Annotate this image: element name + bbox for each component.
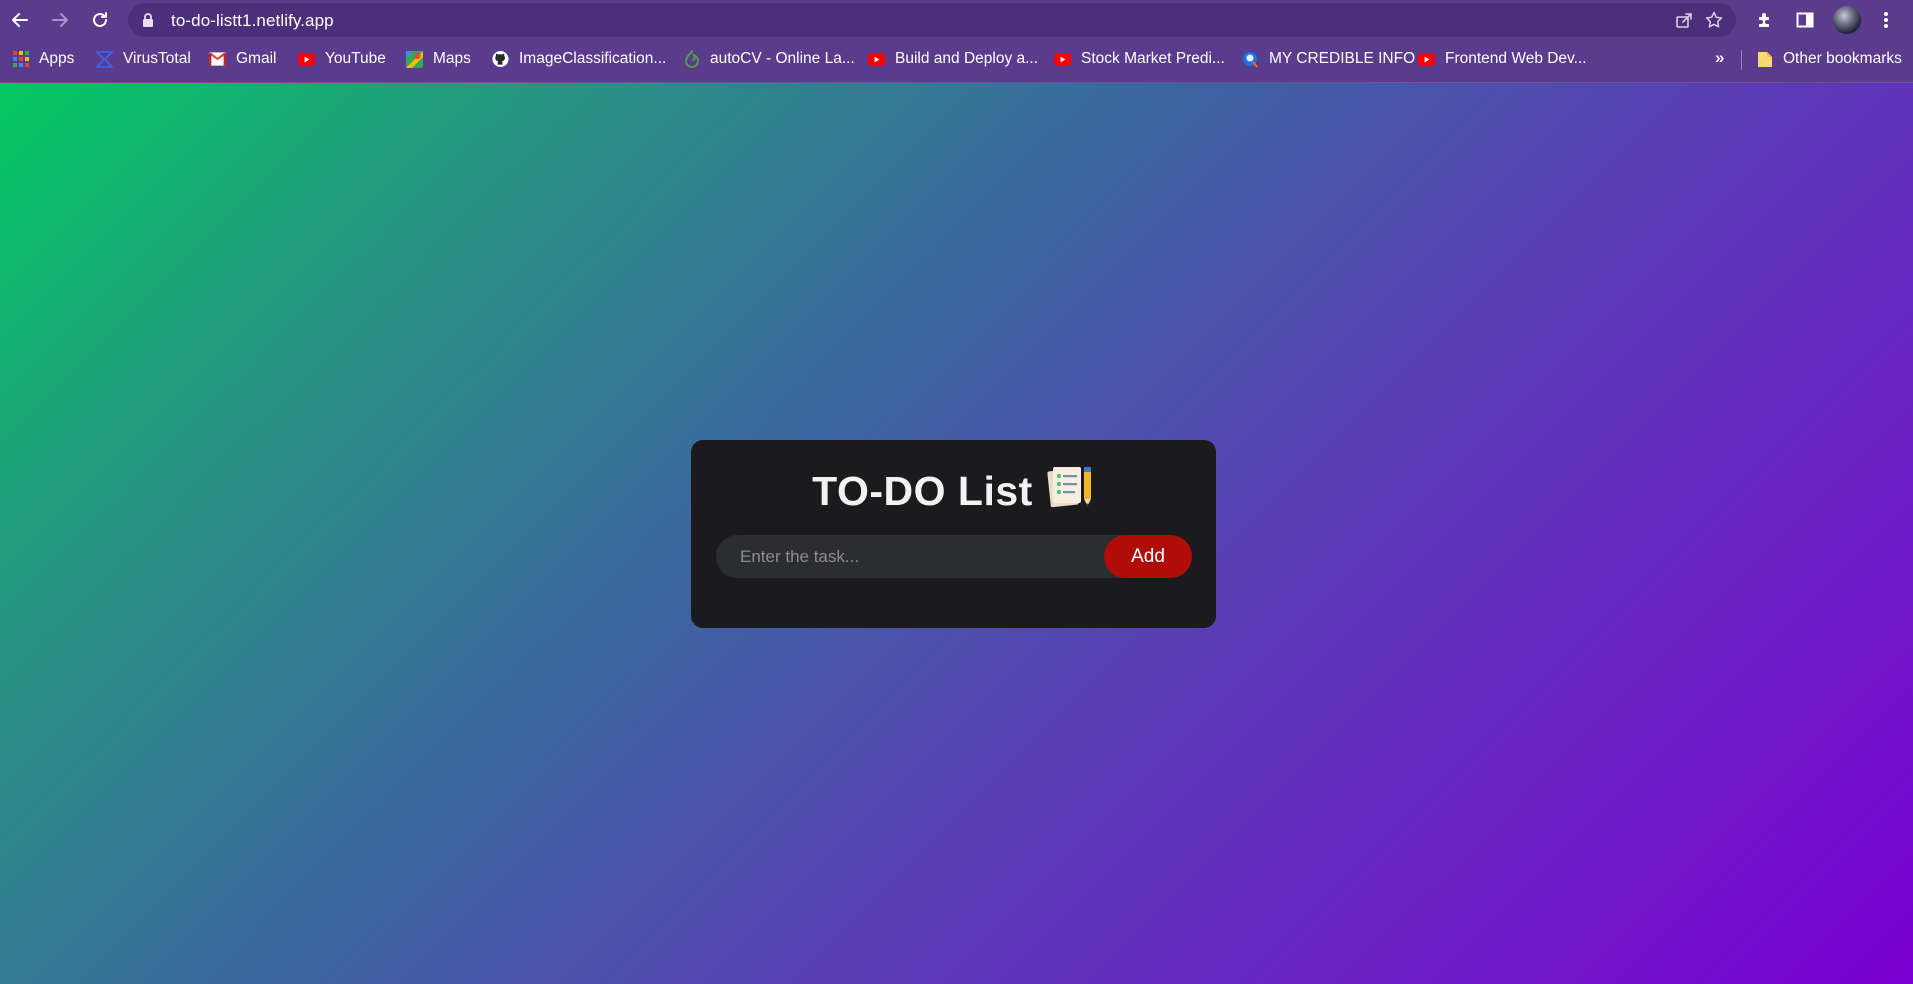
side-panel-icon[interactable] (1793, 8, 1817, 32)
page-background: TO-DO List Add (0, 83, 1913, 984)
title-text: TO-DO List (812, 467, 1033, 514)
extensions-icon[interactable] (1753, 8, 1777, 32)
profile-avatar[interactable] (1833, 6, 1861, 34)
gmail-icon (209, 51, 226, 68)
bookmark-label: Build and Deploy a... (895, 50, 1039, 67)
overleaf-icon (683, 50, 700, 68)
todo-card: TO-DO List Add (691, 440, 1216, 628)
bookmark-apps[interactable]: Apps (12, 40, 74, 78)
bookmark-gmail[interactable]: Gmail (209, 40, 276, 78)
lock-icon (143, 13, 153, 27)
address-bar[interactable]: to-do-listt1.netlify.app (128, 3, 1736, 37)
reload-icon (93, 12, 107, 27)
bookmark-label: Apps (39, 50, 75, 67)
forward-button[interactable] (46, 6, 74, 34)
back-button[interactable] (6, 6, 34, 34)
credly-icon (1242, 51, 1259, 68)
bookmark-imageclassification[interactable]: ImageClassification... (492, 40, 666, 78)
bookmark-label: Stock Market Predi... (1081, 50, 1225, 67)
arrow-right-icon (52, 13, 68, 27)
youtube-icon (868, 51, 885, 68)
youtube-icon (1418, 51, 1435, 68)
bookmarks-bar: Apps VirusTotal Gmail YouTube Maps Image… (0, 40, 1913, 83)
task-input[interactable] (716, 535, 1104, 578)
bookmark-label: ImageClassification... (519, 50, 667, 67)
bookmark-virustotal[interactable]: VirusTotal (96, 40, 191, 78)
bookmarks-divider (1741, 50, 1742, 70)
bookmark-label: Maps (433, 50, 471, 67)
reload-button[interactable] (86, 6, 114, 34)
bookmark-autocv[interactable]: autoCV - Online La... (683, 40, 855, 78)
add-task-button[interactable]: Add (1104, 535, 1192, 578)
bookmark-label: VirusTotal (123, 50, 191, 67)
share-icon[interactable] (1674, 10, 1694, 30)
bookmark-credible-info[interactable]: MY CREDIBLE INFO (1242, 40, 1415, 78)
bookmark-label: Gmail (236, 50, 277, 67)
other-bookmarks-folder[interactable]: Other bookmarks (1756, 40, 1902, 78)
bookmarks-overflow-button[interactable]: » (1715, 48, 1724, 68)
virustotal-icon (96, 50, 113, 68)
url-text: to-do-listt1.netlify.app (171, 11, 334, 30)
menu-kebab-icon[interactable] (1874, 8, 1898, 32)
bookmark-frontend-web-dev[interactable]: Frontend Web Dev... (1418, 40, 1587, 78)
bookmark-maps[interactable]: Maps (406, 40, 471, 78)
bookmark-youtube[interactable]: YouTube (298, 40, 386, 78)
folder-icon (1756, 51, 1773, 68)
bookmark-label: Frontend Web Dev... (1445, 50, 1587, 67)
apps-grid-icon (12, 51, 29, 68)
youtube-icon (298, 51, 315, 68)
bookmark-label: Other bookmarks (1783, 50, 1902, 67)
bookmark-build-deploy[interactable]: Build and Deploy a... (868, 40, 1038, 78)
page-title: TO-DO List (691, 464, 1216, 518)
bookmark-label: MY CREDIBLE INFO (1269, 50, 1416, 67)
clipboard-checklist-icon (1047, 464, 1095, 518)
browser-toolbar: to-do-listt1.netlify.app (0, 0, 1913, 40)
maps-icon (406, 50, 423, 68)
bookmark-label: autoCV - Online La... (710, 50, 855, 67)
star-icon[interactable] (1704, 10, 1724, 30)
bookmark-stock-market[interactable]: Stock Market Predi... (1054, 40, 1225, 78)
github-icon (492, 50, 509, 68)
task-entry-row: Add (716, 535, 1192, 578)
youtube-icon (1054, 51, 1071, 68)
arrow-left-icon (12, 13, 28, 27)
bookmark-label: YouTube (325, 50, 386, 67)
